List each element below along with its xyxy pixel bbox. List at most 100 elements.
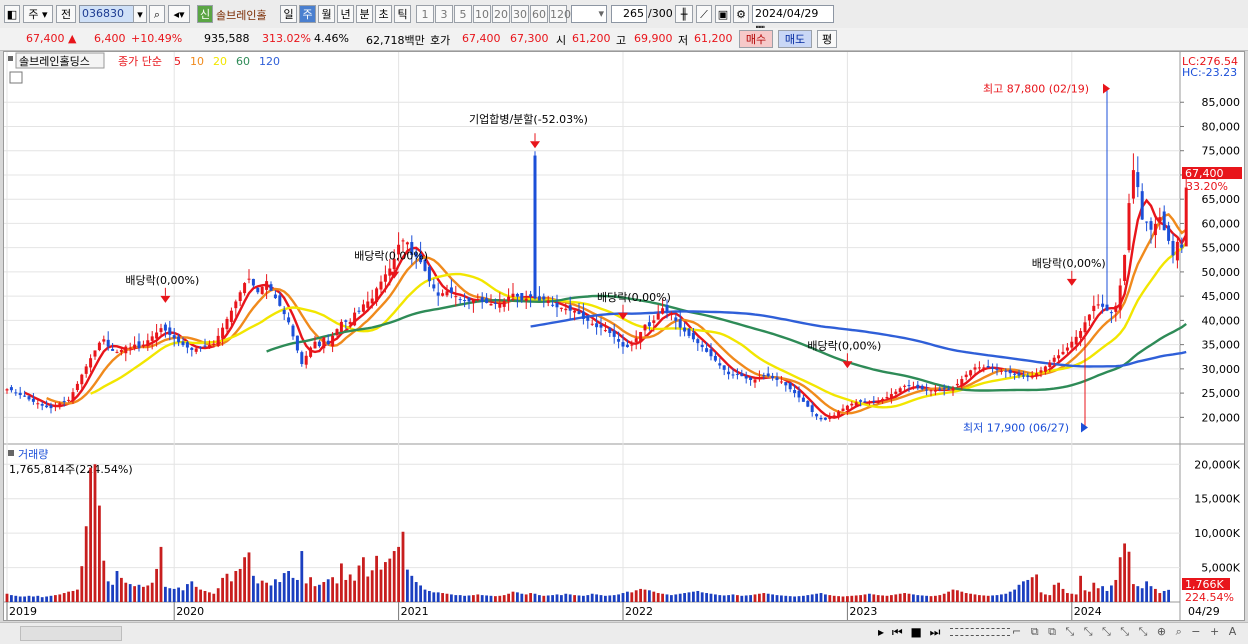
volume-bar (225, 573, 229, 602)
candle-body (199, 347, 203, 349)
hc-label: HC:-23.23 (1182, 66, 1237, 79)
volume-bar (278, 582, 282, 602)
volume-bar (652, 591, 656, 602)
volume-bar (771, 594, 774, 602)
tool-icons[interactable]: ⌐ ⧉ ⧉ ⤡ ⤡ ⤡ ⤡ ⤡ ⊕ ⌕ − + A (1012, 625, 1239, 639)
volume-bar (76, 589, 79, 602)
bottom-scrollbar: ▸ ⏮ ■ ⏭ ⌐ ⧉ ⧉ ⤡ ⤡ ⤡ ⤡ ⤡ ⊕ ⌕ − + A (0, 622, 1248, 644)
volume-bar (419, 585, 422, 602)
candle-type-icon[interactable]: ╫ (675, 5, 693, 23)
volume-legend-box-icon (8, 450, 14, 456)
code-dropdown-icon[interactable]: ▾ (133, 5, 147, 23)
bid-price: 67,300 (510, 32, 549, 45)
volume-bar (700, 592, 704, 602)
interval-button-6[interactable]: 60 (530, 5, 548, 23)
chart-menu-icon[interactable]: ◧ (4, 5, 20, 23)
interval-button-0[interactable]: 1 (416, 5, 434, 23)
volume-bar (969, 593, 972, 602)
buy-button[interactable]: 매수 (739, 30, 773, 48)
candle-body (907, 385, 911, 387)
nav-buttons[interactable]: ▸ ⏮ ■ ⏭ (878, 625, 942, 640)
volume-bar (14, 595, 18, 602)
candle-body (617, 339, 621, 342)
candle-body (238, 292, 242, 302)
candle-body (964, 374, 968, 378)
interval-button-5[interactable]: 30 (511, 5, 529, 23)
ma-legend-10: 10 (190, 55, 204, 68)
interval-button-7[interactable]: 120 (549, 5, 571, 23)
candle-body (203, 345, 207, 347)
volume-bar (784, 595, 788, 602)
candle-body (93, 350, 97, 357)
current-price-tag-label: 67,400 (1185, 167, 1224, 180)
annotation-label: 최저 17,900 (06/27) (963, 422, 1069, 435)
volume-bar (194, 586, 198, 602)
count-input[interactable]: 265 (611, 5, 647, 23)
candle-body (344, 320, 348, 322)
candle-body (511, 293, 515, 298)
draw-tool-icon[interactable]: ⟋ (696, 5, 712, 23)
interval-button-1[interactable]: 3 (435, 5, 453, 23)
volume-bar (1000, 594, 1003, 602)
speaker-icon[interactable]: ◂▾ (168, 5, 190, 23)
candle-body (1145, 221, 1149, 223)
volume-bar (1030, 577, 1034, 602)
period-dropdown[interactable]: 주 ▾ (23, 5, 53, 23)
candle-body (379, 281, 383, 290)
chart-panel[interactable]: 솔브레인홀딩스 종가 단순 5 10 20 60 120 LC:276.54 HC:-2… (3, 51, 1245, 621)
period-button-2[interactable]: 월 (318, 5, 335, 23)
scroll-thumb[interactable] (20, 626, 122, 641)
candle-body (221, 327, 225, 339)
volume-tick-label: 5,000K (1201, 562, 1240, 575)
search-icon[interactable]: ⌕ (149, 5, 165, 23)
candle-body (1004, 370, 1008, 372)
volume-bar (507, 593, 510, 602)
volume-bar (436, 592, 440, 602)
candle-body (225, 318, 229, 330)
volume-bar (819, 593, 823, 602)
period-button-3[interactable]: 년 (337, 5, 354, 23)
date-input[interactable]: 2024/04/29 ▦ (752, 5, 834, 36)
volume-bar (714, 594, 717, 602)
period-button-0[interactable]: 일 (280, 5, 297, 23)
volume-bar (648, 590, 651, 602)
sell-button[interactable]: 매도 (778, 30, 812, 48)
interval-button-2[interactable]: 5 (454, 5, 472, 23)
volume-bar (247, 552, 251, 602)
candle-body (665, 304, 669, 312)
period-button-1[interactable]: 주 (299, 5, 316, 23)
period-button-6[interactable]: 틱 (394, 5, 411, 23)
grid-toggle-icon[interactable] (9, 71, 23, 84)
volume-bar (476, 594, 480, 602)
volume-bar (234, 571, 238, 602)
candle-body (1017, 372, 1021, 376)
candle-body (128, 347, 132, 349)
candle-body (454, 296, 458, 298)
interval-custom-select[interactable]: ▾ (571, 5, 607, 23)
interval-button-3[interactable]: 10 (473, 5, 491, 23)
period-button-5[interactable]: 초 (375, 5, 392, 23)
candle-body (982, 367, 986, 369)
volume-bar (555, 594, 559, 602)
interval-button-4[interactable]: 20 (492, 5, 510, 23)
candle-body (643, 324, 647, 331)
gear-icon[interactable]: ⚙ (733, 5, 749, 23)
volume-bar (441, 593, 444, 602)
stock-code-input[interactable]: 036830 (79, 5, 137, 23)
volume-bar (687, 592, 691, 602)
volume-bar (1048, 595, 1052, 602)
zoom-slider[interactable] (950, 628, 1010, 636)
prev-button[interactable]: 전 (56, 5, 76, 23)
candle-body (577, 311, 581, 315)
save-icon[interactable]: ▣ (715, 5, 731, 23)
volume-bar (159, 546, 163, 602)
volume-bar (1026, 579, 1030, 602)
price-chart-svg[interactable]: 솔브레인홀딩스 종가 단순 5 10 20 60 120 LC:276.54 HC:-2… (4, 52, 1244, 620)
period-button-4[interactable]: 분 (356, 5, 373, 23)
eval-button[interactable]: 평 (817, 30, 837, 48)
candle-body (115, 351, 119, 353)
candle-body (691, 332, 695, 340)
trade-amount: 62,718백만 (366, 34, 425, 47)
candle-body (1061, 351, 1065, 355)
volume-bar (533, 593, 537, 602)
